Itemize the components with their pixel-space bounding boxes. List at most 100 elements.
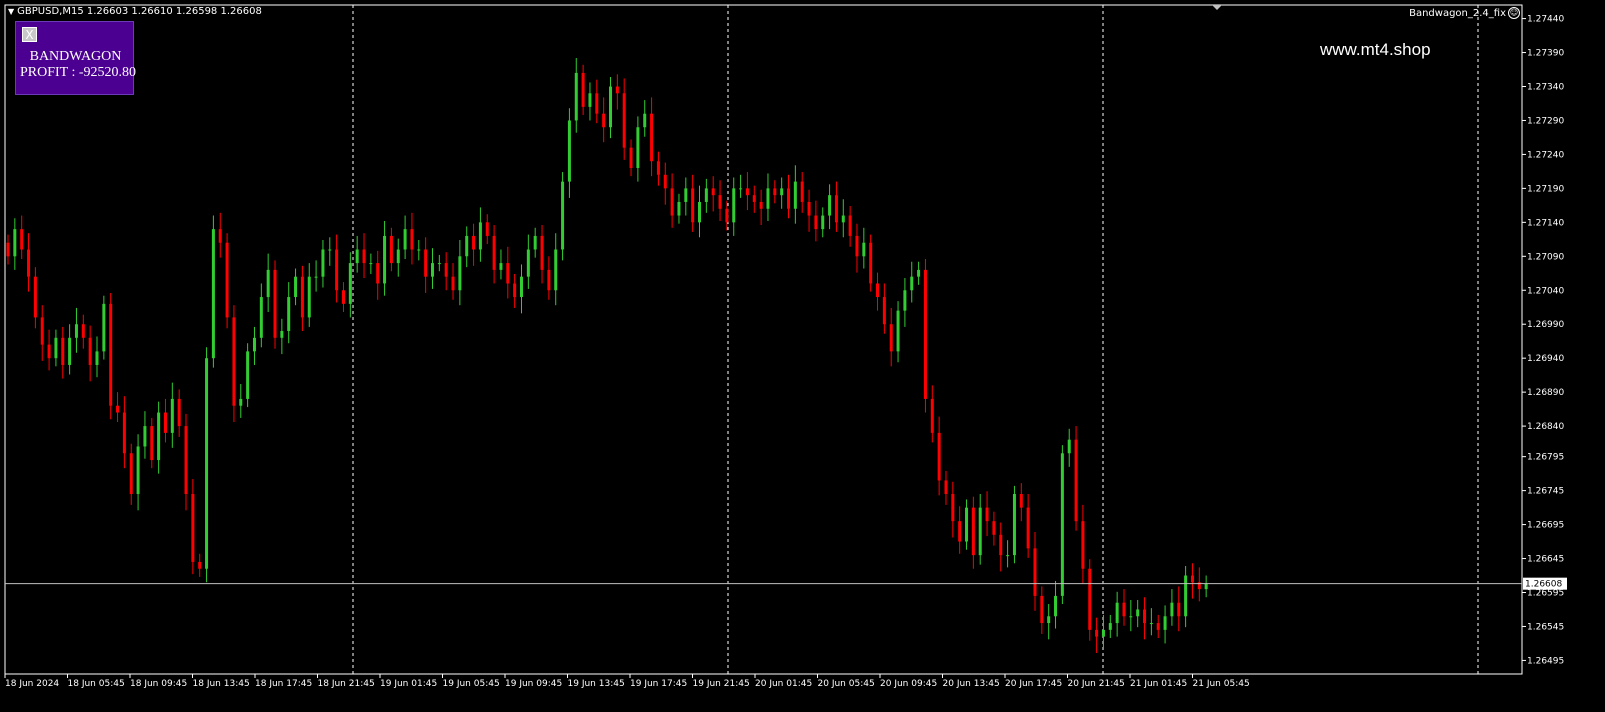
y-tick-label: 1.26695 — [1527, 521, 1564, 531]
candle-body — [670, 188, 674, 216]
candle-body — [218, 229, 222, 243]
candle-body — [896, 310, 900, 352]
y-tick-label: 1.26840 — [1527, 422, 1564, 432]
candle-body — [444, 263, 448, 277]
candle-body — [561, 181, 565, 250]
candle-body — [1054, 595, 1058, 617]
candle-body — [13, 229, 17, 257]
close-button[interactable]: X — [22, 27, 37, 42]
candle-body — [472, 235, 476, 250]
candle-body — [1012, 494, 1016, 556]
candle-body — [492, 235, 496, 270]
candle-body — [307, 276, 311, 318]
candle-body — [150, 426, 154, 461]
candle-body — [533, 235, 537, 250]
candle-body — [40, 317, 44, 345]
candle-body — [766, 188, 770, 209]
candle-body — [663, 174, 667, 189]
y-tick-label: 1.26645 — [1527, 555, 1564, 565]
candle-body — [1129, 616, 1133, 618]
candle-body — [1190, 575, 1194, 583]
candle-body — [882, 297, 886, 325]
candle-body — [225, 242, 229, 318]
x-tick-label: 20 Jun 09:45 — [880, 679, 937, 689]
candle-body — [1101, 629, 1105, 637]
candle-body — [403, 229, 407, 250]
candle-body — [643, 113, 647, 128]
candle-body — [958, 521, 962, 542]
candle-body — [246, 351, 250, 399]
candle-body — [889, 324, 893, 352]
candle-body — [999, 534, 1003, 556]
candle-body — [793, 181, 797, 209]
candle-body — [109, 303, 113, 406]
candle-body — [177, 398, 181, 427]
candle-body — [33, 276, 37, 318]
chart-window[interactable]: 1.27440 1.27390 1.27340 1.27290 1.27240 1.271… — [0, 0, 1605, 712]
candle-body — [513, 283, 517, 298]
candle-body — [1040, 595, 1044, 624]
x-tick-label: 20 Jun 01:45 — [755, 679, 812, 689]
x-tick-label: 18 Jun 05:45 — [68, 679, 125, 689]
candle-body — [930, 398, 934, 433]
x-tick-label: 20 Jun 17:45 — [1005, 679, 1062, 689]
candle-body — [1060, 453, 1064, 596]
y-tick-label: 1.26940 — [1527, 354, 1564, 364]
candle-body — [6, 242, 10, 257]
candle-body — [129, 453, 133, 495]
candle-body — [650, 113, 654, 162]
candle-body — [636, 127, 640, 169]
candle-body — [903, 290, 907, 311]
candle-body — [47, 344, 51, 359]
candle-body — [116, 405, 120, 413]
smiley-icon: ☺ — [1508, 7, 1520, 19]
candle-body — [704, 188, 708, 202]
candle-body — [1115, 602, 1119, 624]
candle-body — [376, 263, 380, 284]
candle-body — [923, 269, 927, 399]
candle-body — [61, 337, 65, 365]
candle-body — [848, 215, 852, 236]
y-tick-label: 1.26795 — [1527, 453, 1564, 463]
candle-body — [170, 398, 174, 433]
candle-body — [280, 331, 284, 338]
candle-body — [992, 521, 996, 535]
candle-body — [348, 263, 352, 304]
candle-body — [1170, 602, 1174, 617]
candle-body — [807, 201, 811, 216]
candle-body — [437, 263, 441, 265]
candle-body — [711, 188, 715, 196]
price-chart[interactable]: 1.27440 1.27390 1.27340 1.27290 1.27240 1.271… — [0, 0, 1605, 712]
candle-body — [157, 412, 161, 461]
y-tick-label: 1.27190 — [1527, 184, 1564, 194]
candle-body — [739, 188, 743, 190]
candle-body — [1156, 623, 1160, 630]
candle-body — [396, 249, 400, 264]
candle-body — [163, 412, 167, 433]
candle-body — [198, 561, 202, 569]
candle-body — [602, 113, 606, 128]
candle-body — [787, 188, 791, 209]
candle-body — [102, 303, 106, 352]
candle-body — [759, 201, 763, 209]
candle-body — [1149, 623, 1153, 625]
x-tick-label: 19 Jun 21:45 — [693, 679, 750, 689]
x-tick-label: 19 Jun 05:45 — [443, 679, 500, 689]
indicator-label[interactable]: Bandwagon_2.4_fix ☺ — [1409, 7, 1520, 19]
candle-body — [1026, 507, 1030, 549]
x-tick-label: 20 Jun 05:45 — [818, 679, 875, 689]
candle-body — [465, 235, 469, 257]
candle-body — [629, 147, 633, 169]
candle-body — [588, 93, 592, 107]
x-tick-label: 18 Jun 2024 — [5, 679, 59, 689]
candle-body — [232, 317, 236, 406]
candle-body — [1163, 616, 1167, 630]
y-tick-label: 1.27290 — [1527, 116, 1564, 126]
candle-body — [691, 188, 695, 223]
candle-body — [430, 263, 434, 277]
y-tick-label: 1.27140 — [1527, 218, 1564, 228]
candle-body — [383, 235, 387, 284]
candle-body — [1047, 616, 1051, 624]
dropdown-triangle-icon[interactable]: ▼ — [8, 7, 14, 16]
candle-body — [314, 276, 318, 278]
